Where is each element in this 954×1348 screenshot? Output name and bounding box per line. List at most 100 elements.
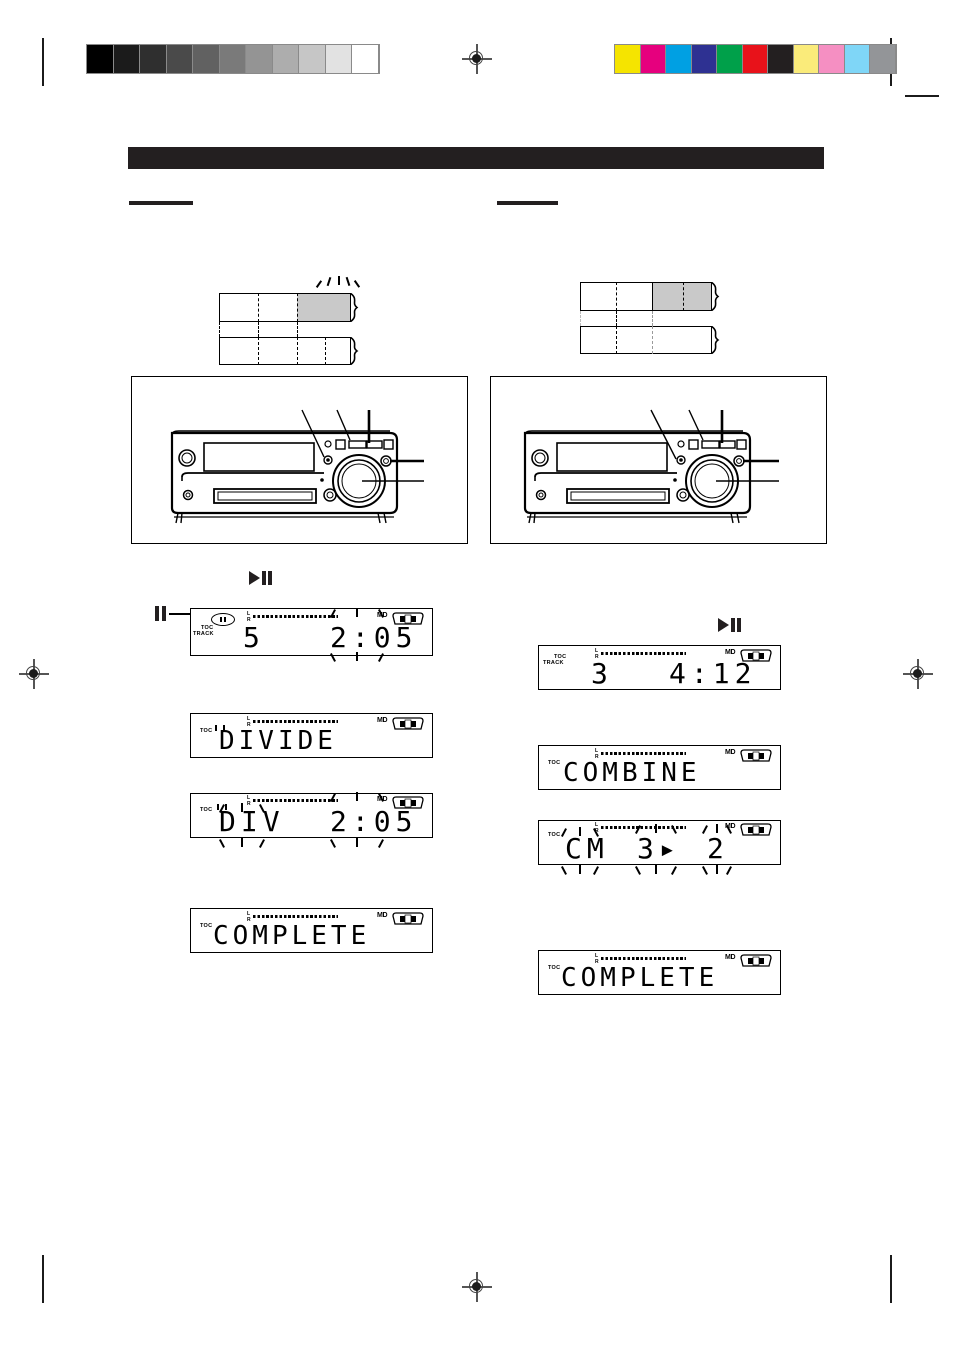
combine-before-boundary-3: [683, 282, 684, 311]
md-deck-illustration-combine: [490, 376, 827, 544]
play-pause-icon-right: [718, 618, 741, 632]
color-swatch-8: [819, 45, 844, 73]
grayscale-swatch-2: [140, 45, 166, 73]
md-label: MD: [377, 912, 388, 919]
target-track-number-value: 2: [707, 832, 729, 865]
combine-before-boundary-1: [616, 282, 617, 311]
grayscale-swatch-10: [352, 45, 378, 73]
grayscale-swatch-6: [246, 45, 272, 73]
track-label: TRACK: [193, 631, 214, 637]
level-meter-bar: [601, 957, 686, 961]
registration-mark-left: [19, 659, 49, 689]
combine-connector-1: [616, 311, 617, 326]
flash-ticks-below-mode: [560, 865, 611, 876]
level-meter-bar: [253, 720, 338, 724]
color-swatch-6: [768, 45, 793, 73]
color-swatch-2: [666, 45, 691, 73]
combine-connector-0: [580, 311, 581, 326]
pause-bar-1: [262, 571, 266, 585]
crop-line-bottom-left: [42, 1255, 44, 1303]
mode-text-value: DIVIDE: [219, 726, 337, 756]
divide-connector-0: [219, 322, 220, 337]
color-swatch-1: [640, 45, 665, 73]
level-meter-bar: [253, 915, 338, 919]
toc-label: TOC: [548, 965, 561, 971]
level-meter-bar: [601, 752, 686, 756]
color-swatch-5: [742, 45, 767, 73]
crop-line-top-left: [42, 38, 44, 86]
divide-after-strip: [219, 337, 351, 365]
lcd-divide-step1: TOC TRACK L R MD 5 2:05: [190, 608, 433, 662]
flash-ticks-below-mode: [218, 838, 281, 849]
registration-mark-right: [903, 659, 933, 689]
grayscale-swatch-9: [325, 45, 351, 73]
color-swatch-7: [793, 45, 818, 73]
flash-ticks-above-source: [634, 824, 687, 835]
toc-label: TOC: [200, 923, 213, 929]
registration-mark-bottom: [462, 1272, 492, 1302]
md-label: MD: [725, 749, 736, 756]
play-triangle-icon: [718, 618, 729, 632]
crop-line-bottom-right: [890, 1255, 892, 1303]
page-header-band: [128, 147, 824, 169]
divide-connector-1: [258, 322, 259, 337]
divide-after-tail: [349, 336, 363, 366]
lcd-divide-complete: TOC L R MD COMPLETE: [190, 908, 433, 953]
flash-ticks-above-time: [329, 792, 392, 803]
grayscale-swatch-0: [87, 45, 113, 73]
color-swatch-10: [870, 45, 895, 73]
divide-before-boundary-1: [258, 293, 259, 322]
flash-ticks-above-time: [329, 608, 392, 619]
lcd-combine-step1: TOC TRACK L R MD 3 4:12: [538, 645, 781, 690]
section-rule-combine: [497, 201, 558, 205]
time-value: 4:12: [669, 657, 757, 690]
md-disc-icon: [740, 823, 772, 836]
combine-after-boundary-1: [616, 326, 617, 354]
pause-bar-2: [267, 571, 272, 585]
color-swatch-4: [717, 45, 742, 73]
combine-before-selected-segments: [652, 282, 712, 311]
level-meter-bar: [253, 799, 338, 803]
track-number-value: 3: [591, 657, 613, 690]
md-disc-icon: [740, 954, 772, 967]
md-disc-icon: [740, 749, 772, 762]
flash-ticks-below-source: [634, 865, 687, 876]
grayscale-swatch-1: [113, 45, 139, 73]
combine-after-strip: [580, 326, 712, 354]
source-track-number-value: 3▸: [637, 832, 681, 865]
pause-icon-left: [155, 606, 169, 621]
md-label: MD: [725, 954, 736, 961]
level-meter-bar: [601, 652, 686, 656]
track-number-value: 5: [243, 621, 265, 654]
time-value: 2:05: [330, 805, 418, 838]
divide-after-boundary-2: [297, 337, 298, 365]
crop-line-right-upper: [905, 95, 939, 97]
divide-connector-2: [297, 322, 298, 337]
color-swatch-0: [615, 45, 640, 73]
flash-ticks-below-time: [329, 652, 392, 663]
flash-ticks-below-time: [329, 838, 392, 849]
lcd-combine-complete: TOC L R MD COMPLETE: [538, 950, 781, 995]
toc-label: TOC: [200, 807, 213, 813]
divide-before-selected-segment: [297, 293, 351, 322]
combine-before-tail: [710, 281, 724, 312]
track-label: TRACK: [543, 660, 564, 666]
lcd-combine-step3: TOC L R MD CM 3▸ 2: [538, 820, 781, 875]
registration-mark-top: [462, 44, 492, 74]
pause-indicator-icon: [211, 613, 235, 626]
grayscale-swatch-3: [166, 45, 192, 73]
pause-bar-2: [162, 606, 166, 621]
color-swatch-3: [691, 45, 716, 73]
section-rule-divide: [129, 201, 193, 205]
md-label: MD: [725, 649, 736, 656]
grayscale-swatch-8: [299, 45, 325, 73]
level-meter-bar: [253, 615, 338, 619]
md-deck-illustration-divide: [131, 376, 468, 544]
play-triangle-icon: [249, 571, 260, 585]
flash-marks: [314, 276, 360, 290]
combine-after-boundary-2: [652, 326, 653, 354]
flash-ticks-below-target: [701, 865, 738, 876]
flash-ticks-above-mode: [560, 827, 611, 838]
md-label: MD: [377, 717, 388, 724]
status-text-value: COMPLETE: [561, 963, 719, 993]
